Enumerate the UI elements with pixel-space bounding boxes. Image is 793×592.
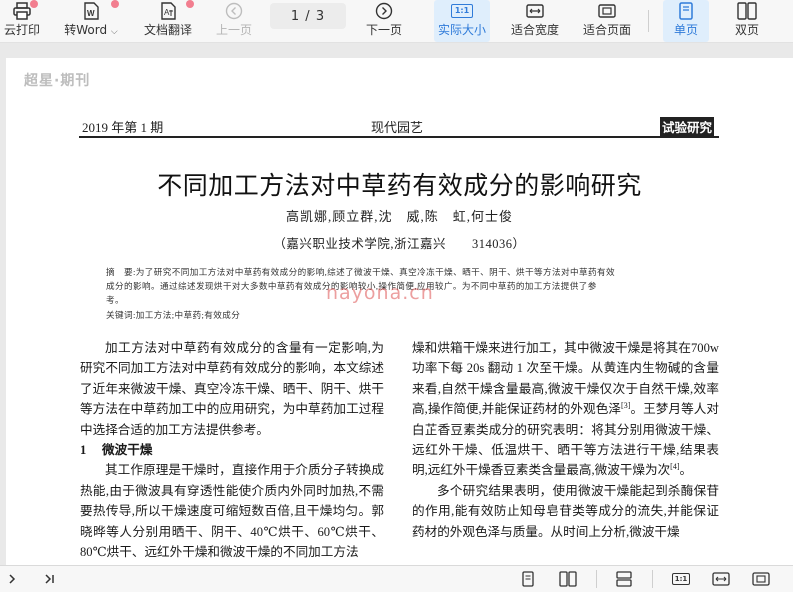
double-page-view-icon[interactable] bbox=[556, 568, 580, 590]
double-page-icon bbox=[737, 1, 757, 21]
actual-size-button[interactable]: 1:1 实际大小 bbox=[434, 0, 490, 42]
single-page-view-icon[interactable] bbox=[516, 568, 540, 590]
paragraph: 其工作原理是干燥时，直接作用于介质分子转换成热能,由于微波具有穿透性能使介质内外… bbox=[80, 463, 384, 560]
journal-name: 现代园艺 bbox=[371, 120, 424, 135]
svg-text:A: A bbox=[164, 8, 170, 17]
bottom-divider bbox=[596, 570, 597, 588]
double-page-button[interactable]: 双页 bbox=[724, 0, 770, 42]
notification-dot-icon bbox=[186, 0, 194, 8]
article-title: 不同加工方法对中草药有效成分的影响研究 bbox=[157, 173, 642, 200]
toolbar-divider bbox=[648, 10, 649, 32]
double-page-label: 双页 bbox=[734, 23, 759, 37]
fit-width-icon bbox=[526, 1, 544, 21]
actual-size-icon: 1:1 bbox=[450, 1, 474, 21]
single-page-label: 单页 bbox=[673, 23, 698, 37]
printer-icon bbox=[12, 1, 32, 21]
right-column: 燥和烘箱干燥来进行加工，其中微波干燥是将其在700w 功率下每 20s 翻动 1… bbox=[412, 338, 719, 542]
cloud-print-label: 云打印 bbox=[3, 23, 40, 37]
next-page-button[interactable]: 下一页 bbox=[362, 0, 406, 42]
doc-translate-label: 文档翻译 bbox=[143, 23, 192, 37]
actual-size-label: 实际大小 bbox=[437, 23, 486, 37]
single-page-button[interactable]: 单页 bbox=[663, 0, 709, 42]
translate-icon: A bbox=[159, 1, 177, 21]
top-toolbar: 云打印 W 转Word ⌵ A 文档翻译 上一页 1 / 3 下一页 1:1 实… bbox=[0, 0, 793, 43]
word-doc-icon: W bbox=[82, 1, 100, 21]
fit-width-label: 适合宽度 bbox=[510, 23, 559, 37]
notification-dot-icon bbox=[30, 0, 38, 8]
to-word-label: 转Word ⌵ bbox=[64, 23, 118, 37]
article-affiliation: （嘉兴职业技术学院,浙江嘉兴 314036） bbox=[273, 237, 526, 251]
paragraph: 燥和烘箱干燥来进行加工，其中微波干燥是将其在700w 功率下每 20s 翻动 1… bbox=[412, 341, 720, 478]
document-page: 超星·期刊 2019 年第 1 期 现代园艺 试验研究 不同加工方法对中草药有效… bbox=[6, 58, 793, 565]
prev-page-label: 上一页 bbox=[215, 23, 252, 37]
fit-width-small-icon[interactable] bbox=[709, 568, 733, 590]
citation[interactable]: [4] bbox=[670, 462, 679, 471]
section-tag: 试验研究 bbox=[660, 117, 715, 136]
circle-arrow-right-icon bbox=[375, 1, 393, 21]
circle-arrow-left-icon bbox=[225, 1, 243, 21]
notification-dot-icon bbox=[111, 0, 119, 8]
journal-issue: 2019 年第 1 期 bbox=[82, 120, 164, 135]
fit-page-small-icon[interactable] bbox=[749, 568, 773, 590]
left-column: 加工方法对中草药有效成分的含量有一定影响,为研究不同加工方法对中草药有效成分的影… bbox=[80, 338, 384, 562]
last-page-icon[interactable] bbox=[38, 568, 62, 590]
article-keywords: 关键词:加工方法;中草药;有效成分 bbox=[106, 310, 241, 320]
paragraph: 加工方法对中草药有效成分的含量有一定影响,为研究不同加工方法对中草药有效成分的影… bbox=[80, 341, 384, 437]
fit-page-button[interactable]: 适合页面 bbox=[578, 0, 636, 42]
section-heading: 1 微波干燥 bbox=[80, 443, 153, 458]
continuous-scroll-icon[interactable] bbox=[612, 568, 636, 590]
paragraph: 多个研究结果表明，使用微波干燥能起到杀酶保苷的作用,能有效防止知母皂苷类等成分的… bbox=[412, 483, 719, 539]
article-authors: 高凯娜,顾立群,沈 威,陈 虹,何士俊 bbox=[285, 209, 513, 224]
abstract-line: 摘 要:为了研究不同加工方法对中草药有效成分的影响,综述了微波干燥、真空冷冻干燥… bbox=[106, 267, 615, 277]
chevron-down-icon: ⌵ bbox=[110, 27, 118, 37]
citation[interactable]: [3] bbox=[621, 401, 630, 410]
next-page-label: 下一页 bbox=[365, 23, 402, 37]
watermark-text: nayona.cn bbox=[326, 282, 434, 304]
brand-logo-text: 超星·期刊 bbox=[24, 73, 91, 89]
next-arrow-icon[interactable] bbox=[0, 568, 24, 590]
fit-page-label: 适合页面 bbox=[582, 23, 631, 37]
single-page-icon bbox=[679, 1, 693, 21]
page-number-input[interactable]: 1 / 3 bbox=[270, 3, 346, 29]
bottom-divider bbox=[652, 570, 653, 588]
svg-text:W: W bbox=[87, 9, 95, 18]
fit-page-icon bbox=[598, 1, 616, 21]
actual-size-small-icon[interactable]: 1:1 bbox=[669, 568, 693, 590]
bottom-toolbar: 1:1 bbox=[0, 565, 793, 592]
fit-width-button[interactable]: 适合宽度 bbox=[506, 0, 564, 42]
header-rule bbox=[79, 136, 719, 138]
prev-page-button[interactable]: 上一页 bbox=[212, 0, 256, 42]
